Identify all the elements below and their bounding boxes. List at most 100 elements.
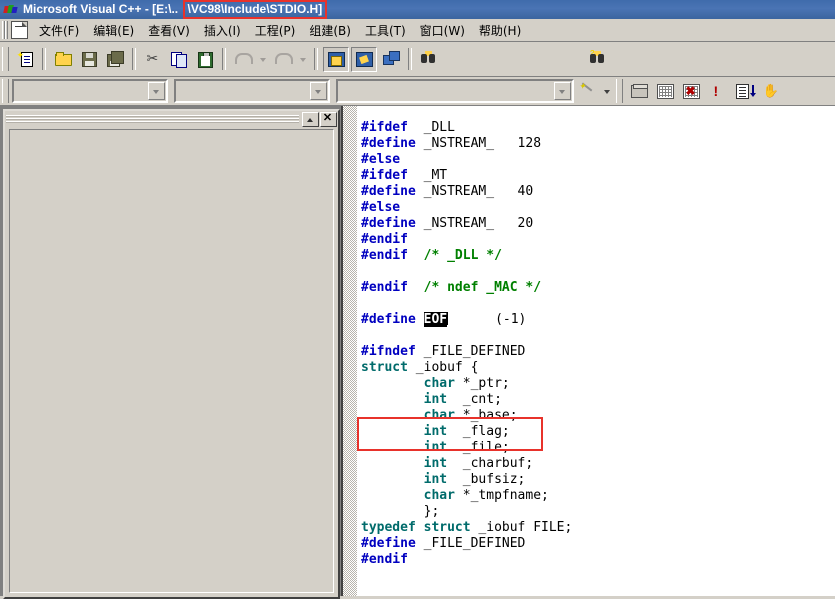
wizardbar-class-combo[interactable] [12, 79, 168, 103]
binoculars-help-icon: ? [590, 51, 607, 67]
window-list-button[interactable] [379, 48, 403, 71]
redo-arrow-icon [275, 51, 292, 67]
code-line[interactable]: int _bufsiz; [361, 472, 835, 488]
undo-button[interactable] [231, 48, 255, 71]
menu-item-tools[interactable]: 工具(T) [358, 20, 413, 41]
cut-button[interactable]: ✂ [141, 48, 165, 71]
chevron-down-icon[interactable] [310, 82, 327, 100]
preprocessor-token: #define [361, 536, 424, 551]
go-list-icon [735, 83, 752, 99]
copy-button[interactable] [167, 48, 191, 71]
code-line[interactable]: #endif [361, 232, 835, 248]
menu-item-project[interactable]: 工程(P) [248, 20, 303, 41]
editor-code-area[interactable]: #ifdef _DLL#define _NSTREAM_ 128#else#if… [361, 120, 835, 596]
code-line[interactable]: #define _NSTREAM_ 128 [361, 136, 835, 152]
code-line[interactable]: int _charbuf; [361, 456, 835, 472]
workspace-button[interactable] [323, 47, 349, 72]
menu-item-file[interactable]: 文件(F) [32, 20, 86, 41]
keyword-token: int [424, 424, 447, 439]
code-line[interactable]: #define _FILE_DEFINED [361, 536, 835, 552]
code-line[interactable]: char *_tmpfname; [361, 488, 835, 504]
code-line[interactable]: char *_base; [361, 408, 835, 424]
code-line[interactable]: }; [361, 504, 835, 520]
window-titlebar: Microsoft Visual C++ - [E:\.. \VC98\Incl… [0, 0, 835, 19]
build-button[interactable] [653, 80, 677, 103]
wizardbar-dropdown[interactable] [601, 80, 613, 103]
menubar-grip[interactable] [2, 21, 8, 39]
compile-stack-icon [631, 83, 648, 99]
code-line[interactable] [361, 296, 835, 312]
preprocessor-token: #define [361, 216, 424, 231]
code-line[interactable]: #define EOF (-1) [361, 312, 835, 328]
code-line[interactable]: struct _iobuf { [361, 360, 835, 376]
code-line[interactable]: int _cnt; [361, 392, 835, 408]
execute-button[interactable]: ! [705, 80, 729, 103]
standard-toolbar-grip[interactable] [2, 47, 9, 71]
floppy-disk-icon [81, 51, 98, 67]
menu-item-build[interactable]: 组建(B) [302, 20, 358, 41]
toolbar-separator [314, 48, 318, 70]
wizardbar-member-combo[interactable] [174, 79, 330, 103]
menu-item-help[interactable]: 帮助(H) [472, 20, 528, 41]
output-button[interactable] [351, 47, 377, 72]
comment-token: /* ndef _MAC */ [424, 280, 541, 295]
menu-item-edit[interactable]: 编辑(E) [86, 20, 141, 41]
menu-item-window[interactable]: 窗口(W) [413, 20, 472, 41]
code-token: _FILE_DEFINED [424, 344, 526, 359]
code-line[interactable]: #endif [361, 552, 835, 568]
redo-dropdown[interactable] [297, 48, 309, 71]
code-line[interactable]: #ifndef _FILE_DEFINED [361, 344, 835, 360]
code-token [361, 376, 424, 391]
search-help-button[interactable]: ? [586, 48, 610, 71]
insert-breakpoint-button[interactable]: ✋ [757, 80, 781, 103]
new-document-icon: ✦ [17, 51, 34, 67]
code-line[interactable]: #endif /* ndef _MAC */ [361, 280, 835, 296]
workspace-child-titlebar[interactable]: ✕ [6, 112, 337, 127]
code-line[interactable]: #else [361, 200, 835, 216]
build-toolbar-grip[interactable] [616, 79, 623, 103]
code-line[interactable]: #ifdef _MT [361, 168, 835, 184]
stop-build-button[interactable]: ✖ [679, 80, 703, 103]
toolbar-separator [408, 48, 412, 70]
keyword-token: int [424, 440, 447, 455]
code-token: _NSTREAM_ 40 [424, 184, 534, 199]
find-in-files-button[interactable] [417, 48, 441, 71]
code-line[interactable]: #ifdef _DLL [361, 120, 835, 136]
restore-icon[interactable] [302, 112, 319, 127]
code-line[interactable]: typedef struct _iobuf FILE; [361, 520, 835, 536]
workspace-child-window[interactable]: ✕ [3, 109, 340, 599]
code-line[interactable]: #define _NSTREAM_ 20 [361, 216, 835, 232]
undo-dropdown[interactable] [257, 48, 269, 71]
wizardbar-action-button[interactable]: ✦ [575, 80, 599, 103]
close-icon-glyph: ✕ [321, 111, 334, 124]
editor-selection-margin[interactable] [343, 106, 357, 596]
new-file-button[interactable]: ✦ [13, 48, 37, 71]
chevron-down-icon[interactable] [554, 82, 571, 100]
code-line[interactable] [361, 264, 835, 280]
chevron-down-icon[interactable] [148, 82, 165, 100]
go-button[interactable] [731, 80, 755, 103]
keyword-token: char [424, 376, 455, 391]
code-line[interactable]: #define _NSTREAM_ 40 [361, 184, 835, 200]
code-token [408, 248, 424, 263]
close-icon[interactable]: ✕ [320, 112, 337, 127]
redo-button[interactable] [271, 48, 295, 71]
save-all-button[interactable] [103, 48, 127, 71]
paste-button[interactable] [193, 48, 217, 71]
open-file-button[interactable] [51, 48, 75, 71]
stdio-h-editor[interactable]: #ifdef _DLL#define _NSTREAM_ 128#else#if… [341, 106, 835, 596]
mdi-client-area: ✕ #ifdef _DLL#define _NSTREAM_ 128#else#… [0, 106, 835, 596]
menu-item-view[interactable]: 查看(V) [141, 20, 197, 41]
code-line[interactable]: char *_ptr; [361, 376, 835, 392]
wizardbar-grip[interactable] [2, 79, 9, 103]
code-line[interactable]: #else [361, 152, 835, 168]
code-token [361, 392, 424, 407]
wizardbar-file-combo[interactable] [336, 79, 574, 103]
menu-item-insert[interactable]: 插入(I) [197, 20, 248, 41]
code-line[interactable]: int _flag; [361, 424, 835, 440]
code-line[interactable]: #endif /* _DLL */ [361, 248, 835, 264]
compile-button[interactable] [627, 80, 651, 103]
code-line[interactable] [361, 328, 835, 344]
code-line[interactable]: int _file; [361, 440, 835, 456]
save-button[interactable] [77, 48, 101, 71]
